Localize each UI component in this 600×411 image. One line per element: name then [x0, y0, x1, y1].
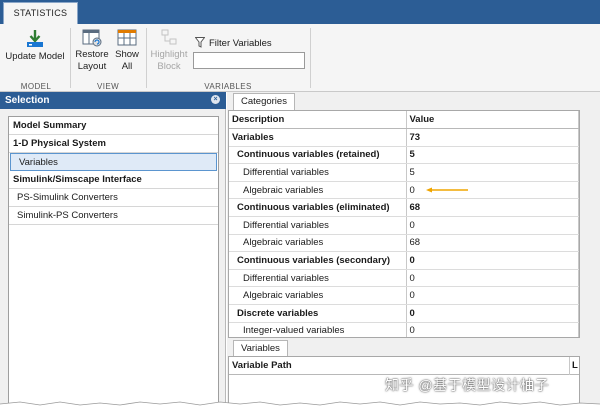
- row-description: Differential variables: [229, 269, 407, 288]
- table-row[interactable]: Continuous variables (eliminated) 68: [229, 198, 579, 218]
- show-all-label-2: All: [121, 61, 133, 72]
- group-separator: [70, 28, 71, 88]
- group-separator: [146, 28, 147, 88]
- group-label-model: MODEL: [20, 82, 52, 91]
- tree-item-variables[interactable]: Variables: [10, 153, 217, 171]
- selection-title-text: Selection: [5, 95, 50, 106]
- row-description: Differential variables: [229, 216, 407, 235]
- row-description: Differential variables: [229, 163, 407, 182]
- row-value: 5: [406, 146, 579, 165]
- row-description: Continuous variables (secondary): [229, 251, 407, 270]
- tab-variables[interactable]: Variables: [233, 340, 288, 357]
- row-value: 0: [406, 304, 579, 323]
- restore-layout-label-1: Restore: [75, 49, 109, 60]
- highlight-block-label-2: Block: [157, 61, 181, 72]
- tab-categories[interactable]: Categories: [233, 93, 295, 110]
- row-value: 68: [406, 234, 579, 253]
- highlight-block-icon: [161, 29, 177, 45]
- torn-edge-decoration: [0, 401, 600, 411]
- table-row[interactable]: Algebraic variables 68: [229, 234, 579, 253]
- close-icon[interactable]: ×: [211, 95, 220, 104]
- restore-layout-icon: [82, 29, 102, 47]
- selection-tree: Model Summary 1-D Physical System Variab…: [8, 116, 219, 406]
- row-description: Discrete variables: [229, 304, 407, 323]
- show-all-button[interactable]: Show All: [112, 28, 142, 78]
- filter-variables-input[interactable]: [193, 52, 305, 69]
- toolstrip-tab-bar: STATISTICS: [0, 0, 600, 24]
- row-value: 0: [406, 216, 579, 235]
- row-description: Algebraic variables: [229, 234, 407, 253]
- column-divider: [569, 357, 570, 375]
- update-model-button[interactable]: Update Model: [4, 28, 66, 68]
- show-all-label-1: Show: [115, 49, 139, 60]
- table-row[interactable]: Integer-valued variables 0: [229, 322, 579, 337]
- row-description: Continuous variables (retained): [229, 146, 407, 165]
- column-header-value[interactable]: Value: [406, 111, 579, 130]
- row-description: Continuous variables (eliminated): [229, 198, 407, 218]
- update-model-icon: [27, 30, 43, 47]
- row-value: 68: [406, 198, 579, 218]
- tree-item-simulink-ps-converters[interactable]: Simulink-PS Converters: [9, 207, 218, 225]
- restore-layout-label-2: Layout: [77, 61, 107, 72]
- row-description: Algebraic variables: [229, 286, 407, 306]
- highlight-block-label-1: Highlight: [150, 49, 188, 60]
- row-description: Algebraic variables: [229, 181, 407, 200]
- column-header-second[interactable]: L: [572, 357, 578, 375]
- table-row[interactable]: Discrete variables 0: [229, 304, 579, 323]
- filter-variables-label: Filter Variables: [194, 37, 272, 51]
- table-row[interactable]: Algebraic variables 0: [229, 181, 579, 200]
- group-label-view: VIEW: [96, 82, 120, 91]
- table-row[interactable]: Algebraic variables 0: [229, 286, 579, 306]
- table-row[interactable]: Differential variables 0: [229, 269, 579, 288]
- row-value: 73: [406, 128, 579, 147]
- funnel-icon: [194, 37, 206, 48]
- group-separator: [310, 28, 311, 88]
- table-row[interactable]: Differential variables 5: [229, 163, 579, 182]
- row-value: 0: [406, 251, 579, 270]
- watermark-text: 知乎 @基于模型设计柚子: [385, 377, 550, 393]
- update-model-label: Update Model: [5, 51, 65, 62]
- column-header-variable-path[interactable]: Variable Path: [229, 357, 579, 375]
- selection-panel-title: Selection ×: [0, 92, 226, 109]
- tree-item-ps-simulink-converters[interactable]: PS-Simulink Converters: [9, 189, 218, 207]
- annotation-arrow-icon: [426, 187, 468, 193]
- column-header-description[interactable]: Description: [229, 111, 407, 130]
- table-row[interactable]: Differential variables 0: [229, 216, 579, 235]
- show-all-icon: [117, 29, 137, 46]
- filter-variables-text: Filter Variables: [209, 38, 272, 49]
- row-value: 0: [406, 286, 579, 306]
- table-row[interactable]: Continuous variables (retained) 5: [229, 146, 579, 165]
- tree-item-model-summary[interactable]: Model Summary: [9, 117, 218, 135]
- tree-item-physical-system[interactable]: 1-D Physical System: [9, 135, 218, 153]
- row-value: 5: [406, 163, 579, 182]
- table-row[interactable]: Variables 73: [229, 128, 579, 147]
- tree-item-simscape-interface[interactable]: Simulink/Simscape Interface: [9, 171, 218, 189]
- restore-layout-button[interactable]: Restore Layout: [73, 28, 111, 78]
- table-row[interactable]: Continuous variables (secondary) 0: [229, 251, 579, 270]
- row-value: 0: [406, 269, 579, 288]
- highlight-block-button[interactable]: Highlight Block: [149, 28, 189, 78]
- row-description: Variables: [229, 128, 407, 147]
- tab-statistics[interactable]: STATISTICS: [3, 2, 78, 24]
- table-header-row: Description Value: [229, 111, 579, 130]
- group-label-variables: VARIABLES: [204, 82, 252, 91]
- row-value: 0: [406, 322, 579, 337]
- categories-table: Description Value Variables 73 Continuous…: [228, 110, 580, 338]
- row-description: Integer-valued variables: [229, 322, 407, 337]
